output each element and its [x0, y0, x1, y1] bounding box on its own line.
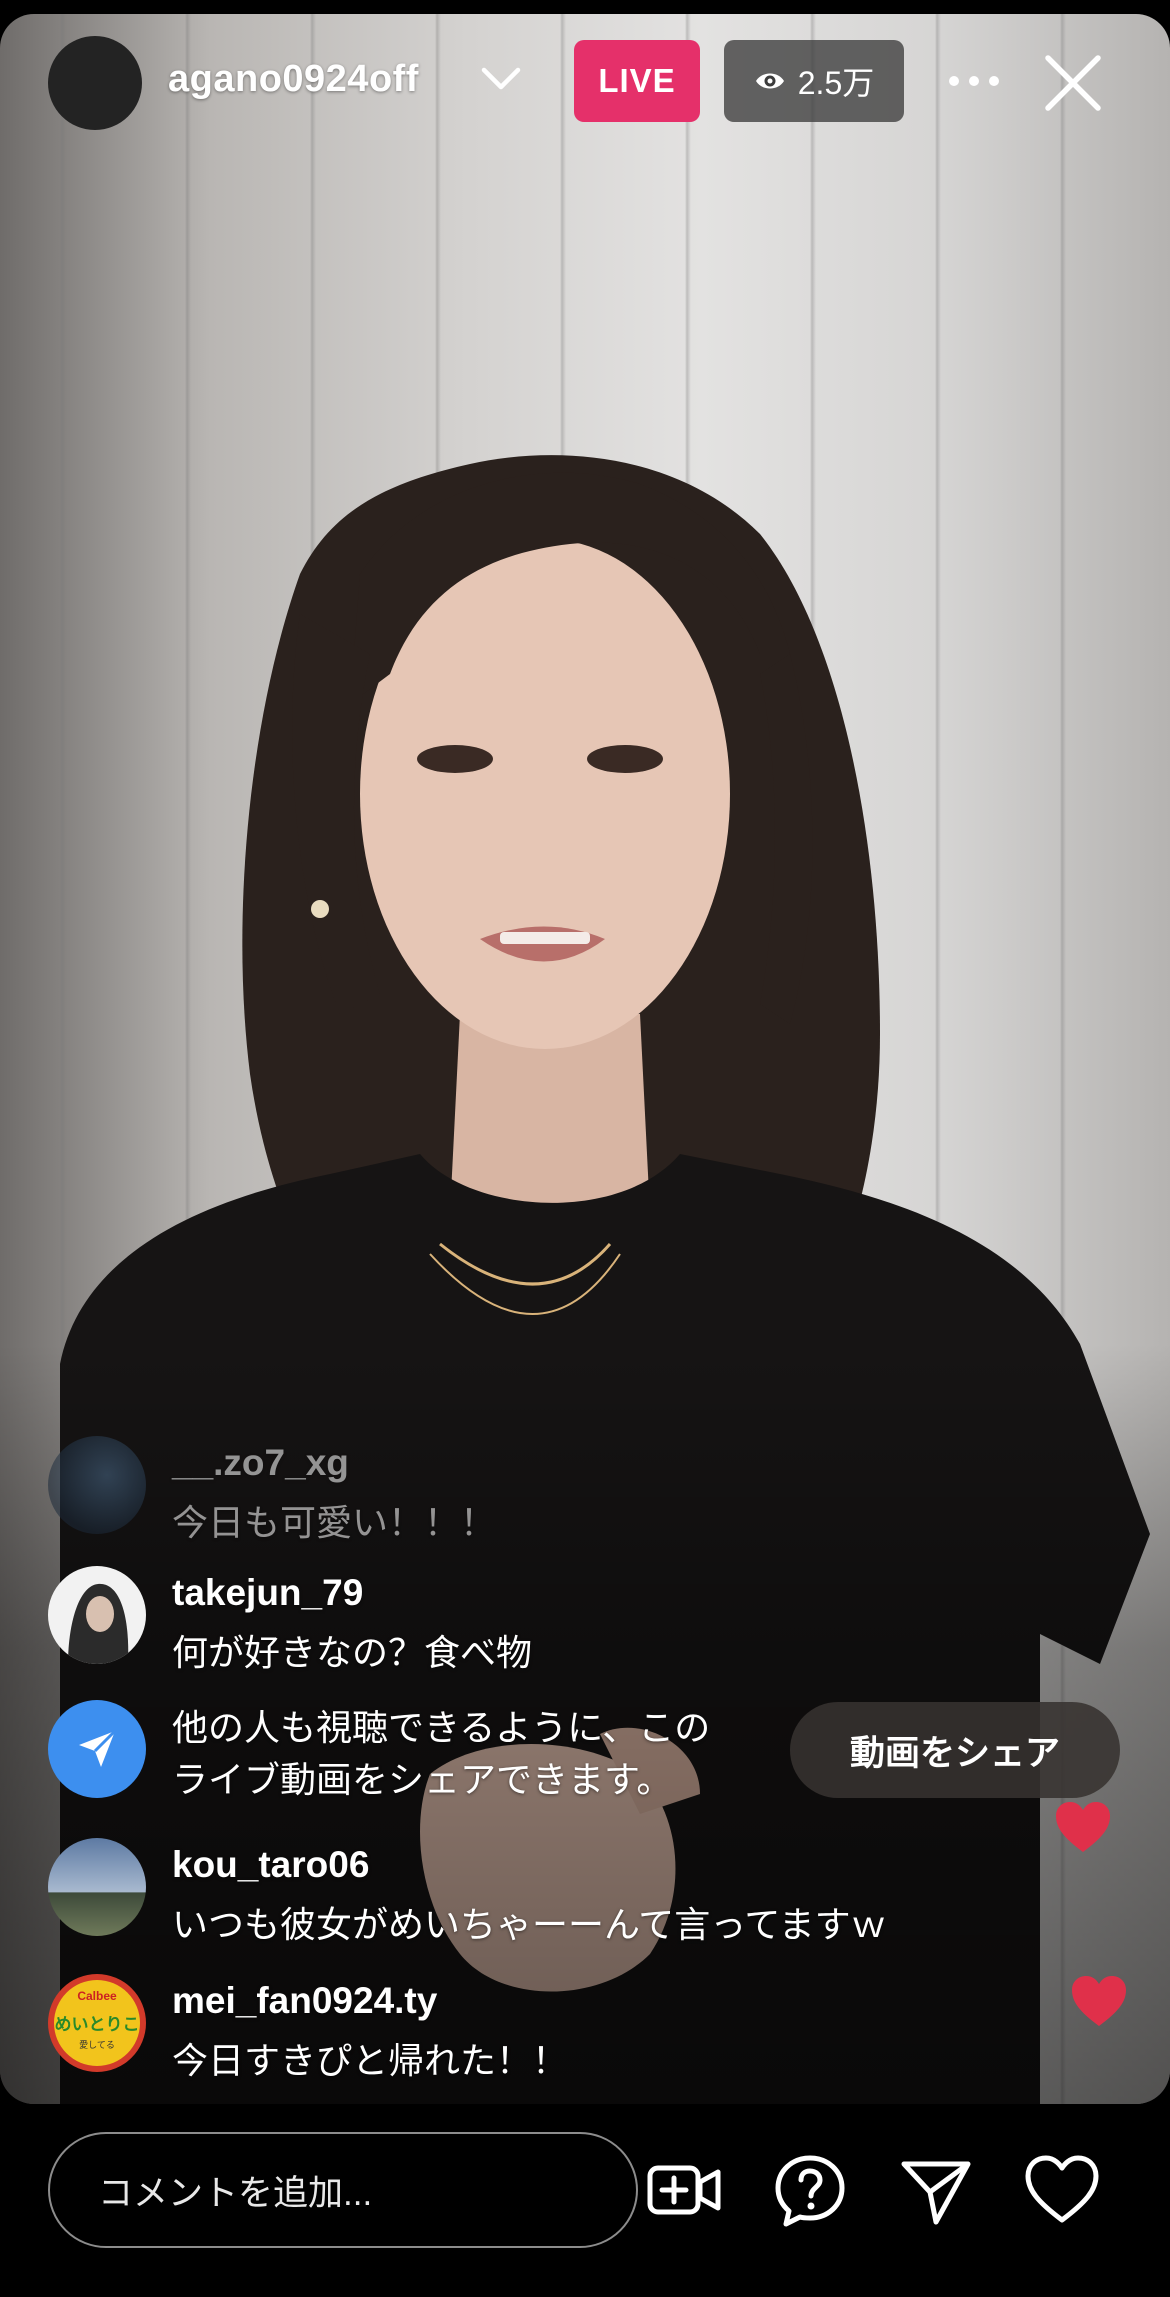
- comment-input[interactable]: コメントを追加...: [48, 2132, 638, 2248]
- share-prompt-icon: [48, 1700, 146, 1798]
- commenter-avatar[interactable]: [48, 1566, 146, 1664]
- live-badge: LIVE: [574, 40, 700, 122]
- share-prompt: 他の人も視聴できるように、この ライブ動画をシェアできます。 動画をシェア: [48, 1700, 1128, 1810]
- comment-username[interactable]: kou_taro06: [172, 1844, 369, 1886]
- comment-item[interactable]: takejun_79 何が好きなの？食べ物: [48, 1566, 1048, 1676]
- share-prompt-line1: 他の人も視聴できるように、この: [172, 1707, 711, 1748]
- comment-username[interactable]: __.zo7_xg: [172, 1442, 349, 1484]
- live-stream-screen: agano0924off LIVE 2.5万 __.zo7_xg 今日も可愛い！…: [0, 0, 1170, 2297]
- comment-placeholder: コメントを追加...: [98, 2173, 373, 2213]
- eye-icon: [755, 73, 784, 89]
- host-username[interactable]: agano0924off: [168, 58, 419, 101]
- calbee-badge-image: Calbee めいとりこ 愛してる: [54, 1980, 140, 2066]
- commenter-avatar-image: [68, 1583, 129, 1664]
- badge-title: めいとりこ: [55, 2015, 140, 2035]
- question-icon[interactable]: [770, 2150, 850, 2230]
- comment-item[interactable]: kou_taro06 いつも彼女がめいちゃーーんて言ってますｗ: [48, 1838, 1048, 1948]
- heart-icon: [1056, 1802, 1110, 1852]
- comment-username[interactable]: mei_fan0924.ty: [172, 1980, 437, 2022]
- heart-icon: [1072, 1976, 1126, 2026]
- send-icon: [79, 1729, 117, 1767]
- comment-item[interactable]: __.zo7_xg 今日も可愛い！！！: [48, 1436, 1048, 1546]
- commenter-avatar[interactable]: [48, 1436, 146, 1534]
- viewer-count-badge[interactable]: 2.5万: [724, 40, 904, 122]
- comment-text: 何が好きなの？食べ物: [172, 1632, 533, 1673]
- add-video-icon[interactable]: [644, 2150, 724, 2230]
- chevron-down-icon[interactable]: [480, 64, 522, 94]
- heart-icon[interactable]: [1022, 2150, 1102, 2230]
- commenter-avatar[interactable]: Calbee めいとりこ 愛してる: [48, 1974, 146, 2072]
- share-video-button[interactable]: 動画をシェア: [790, 1702, 1120, 1798]
- comment-item[interactable]: Calbee めいとりこ 愛してる mei_fan0924.ty 今日すきぴと帰…: [48, 1974, 1048, 2084]
- badge-subtitle: 愛してる: [79, 2039, 115, 2051]
- send-icon[interactable]: [896, 2150, 976, 2230]
- commenter-avatar[interactable]: [48, 1838, 146, 1936]
- live-label: LIVE: [598, 62, 676, 99]
- comment-username[interactable]: takejun_79: [172, 1572, 363, 1614]
- comment-text: 今日も可愛い！！！: [172, 1502, 497, 1543]
- share-prompt-line2: ライブ動画をシェアできます。: [172, 1759, 673, 1800]
- close-icon[interactable]: [1042, 52, 1104, 114]
- viewer-count: 2.5万: [797, 65, 875, 101]
- host-avatar[interactable]: [48, 36, 142, 130]
- comment-text: 今日すきぴと帰れた！！: [172, 2040, 569, 2081]
- more-icon[interactable]: [944, 58, 1004, 104]
- comment-text: いつも彼女がめいちゃーーんて言ってますｗ: [172, 1904, 887, 1945]
- badge-brand: Calbee: [77, 1989, 117, 2003]
- share-prompt-text: 他の人も視聴できるように、この ライブ動画をシェアできます。: [172, 1702, 772, 1806]
